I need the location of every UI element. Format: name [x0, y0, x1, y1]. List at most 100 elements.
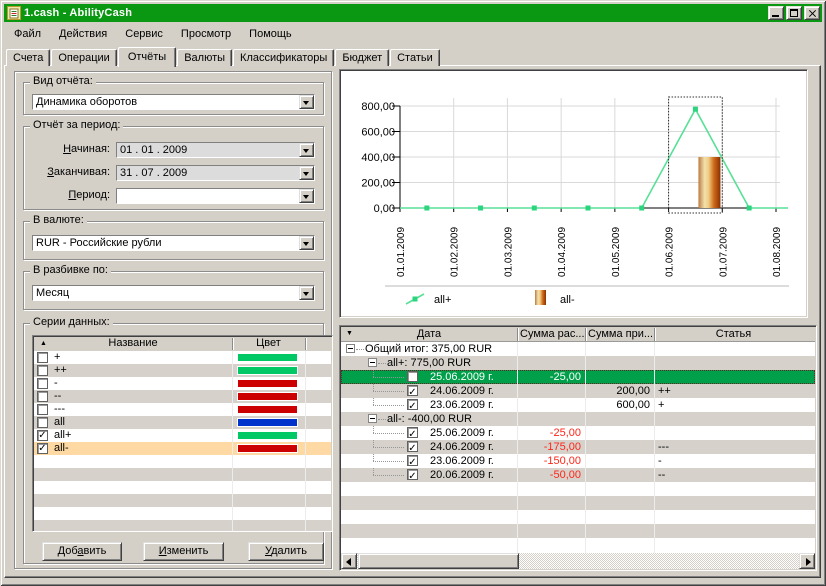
window-title: 1.cash - AbilityCash — [24, 7, 766, 19]
series-list-header[interactable]: ▲НазваниеЦвет — [34, 337, 331, 351]
series-empty-row — [34, 494, 331, 507]
report-settings-pane: Вид отчёта: Динамика оборотов Отчёт за п… — [14, 71, 332, 569]
minimize-button[interactable] — [768, 6, 784, 20]
collapse-expand-icon[interactable] — [368, 358, 377, 367]
group-total-label: all+: 775,00 RUR — [387, 356, 471, 370]
series-list[interactable]: ▲НазваниеЦвет+++------all✓all+✓all- — [32, 335, 333, 532]
series-row[interactable]: + — [34, 351, 331, 364]
dropdown-arrow-icon[interactable] — [299, 143, 314, 157]
table-row[interactable]: ✓24.06.2009 г.200,00++ — [341, 384, 815, 398]
row-category: - — [658, 454, 662, 468]
unchecked-checkbox[interactable] — [37, 417, 48, 428]
checked-checkbox[interactable]: ✓ — [407, 371, 418, 382]
series-name: all+ — [54, 429, 71, 442]
row-expense-amount: -25,00 — [519, 370, 581, 384]
scroll-right-button[interactable] — [799, 553, 815, 569]
menu-item-Помощь[interactable]: Помощь — [240, 25, 301, 43]
tab-Классификаторы[interactable]: Классификаторы — [233, 49, 334, 66]
svg-text:01.06.2009: 01.06.2009 — [665, 227, 676, 277]
tab-Бюджет[interactable]: Бюджет — [335, 49, 389, 66]
checked-checkbox[interactable]: ✓ — [407, 469, 418, 480]
table-body: Общий итог: 375,00 RURall+: 775,00 RUR✓2… — [341, 342, 815, 553]
collapse-expand-icon[interactable] — [346, 344, 355, 353]
tab-Валюты[interactable]: Валюты — [177, 49, 232, 66]
close-button[interactable] — [804, 6, 820, 20]
breakdown-select[interactable]: Месяц — [32, 285, 315, 301]
table-group-row[interactable]: Общий итог: 375,00 RUR — [341, 342, 815, 356]
dropdown-arrow-icon[interactable] — [299, 189, 314, 203]
end-date-field[interactable]: 31 . 07 . 2009 — [116, 165, 315, 181]
checked-checkbox[interactable]: ✓ — [407, 455, 418, 466]
reports-tab-page: Вид отчёта: Динамика оборотов Отчёт за п… — [4, 65, 821, 578]
table-group-row[interactable]: all+: 775,00 RUR — [341, 356, 815, 370]
tab-Отчёты[interactable]: Отчёты — [118, 47, 176, 67]
table-row[interactable]: ✓20.06.2009 г.-50,00-- — [341, 468, 815, 482]
scroll-left-button[interactable] — [341, 553, 357, 569]
checked-checkbox[interactable]: ✓ — [407, 385, 418, 396]
table-column-4: Статья — [654, 328, 813, 340]
dropdown-arrow-icon[interactable] — [299, 236, 314, 250]
table-row[interactable]: ✓24.06.2009 г.-175,00--- — [341, 440, 815, 454]
unchecked-checkbox[interactable] — [37, 404, 48, 415]
table-group-row[interactable]: all-: -400,00 RUR — [341, 412, 815, 426]
unchecked-checkbox[interactable] — [37, 352, 48, 363]
series-name: - — [54, 377, 58, 390]
table-column-1: Дата — [341, 328, 517, 340]
series-row[interactable]: -- — [34, 390, 331, 403]
checked-checkbox[interactable]: ✓ — [407, 399, 418, 410]
checked-checkbox[interactable]: ✓ — [37, 443, 48, 454]
table-row[interactable]: ✓23.06.2009 г.600,00+ — [341, 398, 815, 412]
collapse-expand-icon[interactable] — [368, 414, 377, 423]
scrollbar-thumb[interactable] — [358, 553, 519, 569]
dropdown-arrow-icon[interactable] — [299, 286, 314, 300]
table-header[interactable]: ▼ДатаСумма рас...Сумма при...Статья — [341, 327, 815, 342]
edit-series-button[interactable]: Изменить — [143, 542, 224, 561]
report-period-group: Отчёт за период: Начиная:01 . 01 . 2009З… — [23, 126, 324, 210]
arrow-left-icon — [346, 558, 351, 566]
delete-series-button[interactable]: Удалить — [248, 542, 324, 561]
app-icon — [7, 6, 21, 20]
currency-select[interactable]: RUR - Российские рубли — [32, 235, 315, 251]
turnover-dynamics-chart[interactable]: 0,00200,00400,00600,00800,0001.01.200901… — [340, 70, 805, 315]
checked-checkbox[interactable]: ✓ — [407, 441, 418, 452]
group-total-label: all-: -400,00 RUR — [387, 412, 472, 426]
start-date-field[interactable]: 01 . 01 . 2009 — [116, 142, 315, 158]
menu-item-Файл[interactable]: Файл — [5, 25, 50, 43]
svg-text:01.08.2009: 01.08.2009 — [772, 227, 783, 277]
tab-Статьи[interactable]: Статьи — [390, 49, 440, 66]
unchecked-checkbox[interactable] — [37, 365, 48, 376]
menu-item-Сервис[interactable]: Сервис — [116, 25, 172, 43]
svg-text:800,00: 800,00 — [361, 101, 395, 113]
dropdown-arrow-icon[interactable] — [299, 95, 314, 109]
series-row[interactable]: all — [34, 416, 331, 429]
period-field[interactable] — [116, 188, 315, 204]
table-row[interactable]: ✓23.06.2009 г.-150,00- — [341, 454, 815, 468]
unchecked-checkbox[interactable] — [37, 378, 48, 389]
unchecked-checkbox[interactable] — [37, 391, 48, 402]
series-row[interactable]: ✓ all+ — [34, 429, 331, 442]
report-type-group: Вид отчёта: Динамика оборотов — [23, 82, 324, 115]
tab-Счета[interactable]: Счета — [6, 49, 50, 66]
series-name: -- — [54, 390, 61, 403]
series-row[interactable]: - — [34, 377, 331, 390]
series-row[interactable]: ✓all- — [34, 442, 331, 455]
dropdown-arrow-icon[interactable] — [299, 166, 314, 180]
horizontal-scrollbar[interactable] — [341, 553, 815, 569]
maximize-button[interactable] — [786, 6, 802, 20]
series-row[interactable]: ++ — [34, 364, 331, 377]
table-row[interactable]: ✓25.06.2009 г.-25,00 — [341, 426, 815, 440]
table-row[interactable]: ✓25.06.2009 г.-25,00 — [341, 370, 815, 384]
add-series-button[interactable]: Добавить — [42, 542, 122, 561]
report-type-select[interactable]: Динамика оборотов — [32, 94, 315, 110]
row-income-amount: 600,00 — [587, 398, 650, 412]
data-series-label: Серии данных: — [30, 316, 113, 329]
series-row[interactable]: --- — [34, 403, 331, 416]
menu-item-Просмотр[interactable]: Просмотр — [172, 25, 240, 43]
menu-item-Действия[interactable]: Действия — [50, 25, 116, 43]
checked-checkbox[interactable]: ✓ — [37, 430, 48, 441]
group-total-label: Общий итог: 375,00 RUR — [365, 342, 492, 356]
tab-Операции[interactable]: Операции — [51, 49, 116, 66]
checked-checkbox[interactable]: ✓ — [407, 427, 418, 438]
row-category: -- — [658, 468, 665, 482]
series-empty-row — [34, 507, 331, 520]
